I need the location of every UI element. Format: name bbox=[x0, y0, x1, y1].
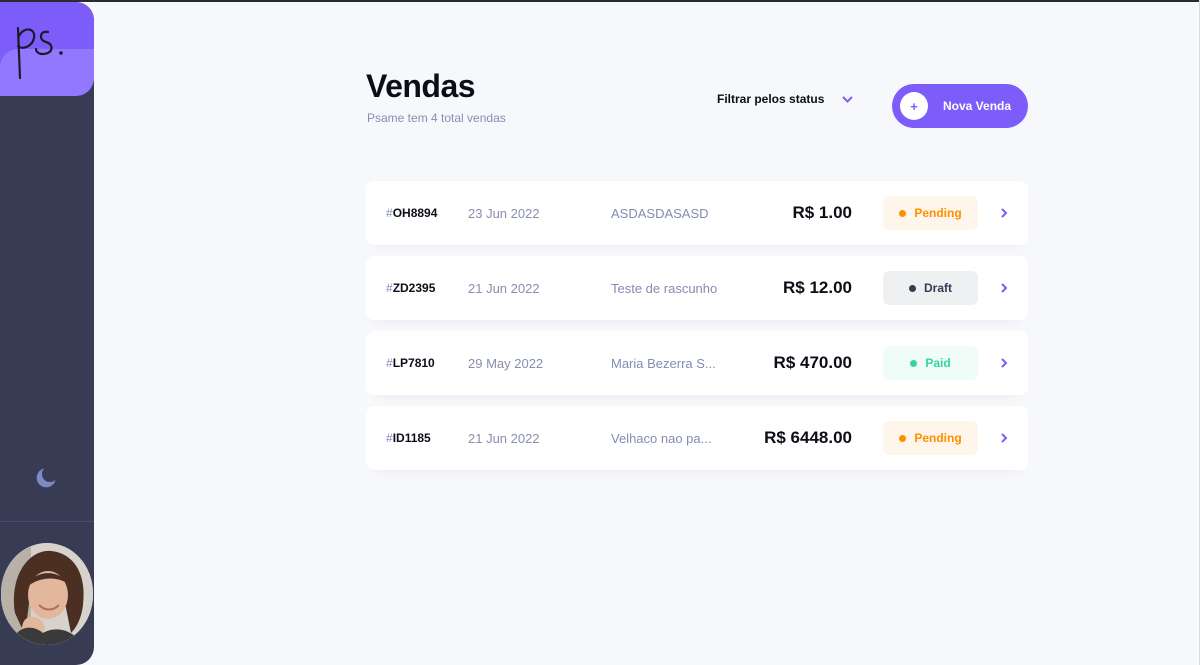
plus-icon: + bbox=[900, 92, 928, 120]
page-title: Vendas bbox=[366, 68, 476, 104]
chevron-down-icon bbox=[842, 95, 854, 103]
sale-amount: R$ 470.00 bbox=[773, 353, 852, 372]
chevron-right-icon[interactable] bbox=[1001, 433, 1008, 443]
sale-client: Velhaco nao pa... bbox=[611, 430, 712, 446]
sale-client: Maria Bezerra S... bbox=[611, 355, 716, 371]
new-sale-button-label: Nova Venda bbox=[943, 99, 1012, 113]
moon-icon[interactable] bbox=[36, 468, 56, 488]
status-filter-label: Filtrar pelos status bbox=[717, 92, 825, 106]
sale-amount: R$ 1.00 bbox=[792, 203, 852, 222]
avatar[interactable] bbox=[1, 543, 93, 645]
status-dot bbox=[908, 284, 916, 292]
new-sale-button[interactable]: + Nova Venda bbox=[892, 84, 1028, 128]
user-avatar-image bbox=[1, 543, 93, 645]
status-dot bbox=[899, 434, 907, 442]
sale-amount: R$ 6448.00 bbox=[764, 428, 852, 447]
ps-signature-logo-icon bbox=[16, 26, 63, 80]
sale-id: # LP7810 bbox=[386, 356, 435, 370]
sale-date: 21 Jun 2022 bbox=[468, 280, 540, 296]
sidebar-divider bbox=[0, 521, 94, 522]
chevron-right-icon[interactable] bbox=[1001, 208, 1008, 218]
logo[interactable] bbox=[0, 2, 94, 96]
sale-date: 21 Jun 2022 bbox=[468, 430, 540, 446]
status-dot bbox=[910, 359, 918, 367]
sale-client: Teste de rascunho bbox=[611, 280, 718, 296]
chevron-right-icon[interactable] bbox=[1001, 358, 1008, 368]
status-badge: Pending bbox=[883, 196, 978, 230]
status-filter-dropdown[interactable]: Filtrar pelos status bbox=[717, 90, 854, 108]
status-badge: Paid bbox=[883, 346, 978, 380]
sale-row[interactable]: # ID1185 21 Jun 2022 Velhaco nao pa... R$… bbox=[366, 406, 1028, 470]
sale-date: 23 Jun 2022 bbox=[468, 205, 540, 221]
sale-amount: R$ 12.00 bbox=[783, 278, 852, 297]
status-badge: Pending bbox=[883, 421, 978, 455]
chevron-right-icon[interactable] bbox=[1001, 283, 1008, 293]
sale-row[interactable]: # OH8894 23 Jun 2022 ASDASDASASD R$ 1.00 … bbox=[366, 181, 1028, 245]
sale-id: # ID1185 bbox=[386, 431, 431, 445]
sale-client: ASDASDASASD bbox=[611, 205, 709, 221]
sidebar bbox=[0, 2, 94, 665]
sale-row[interactable]: # ZD2395 21 Jun 2022 Teste de rascunho R$… bbox=[366, 256, 1028, 320]
sale-row[interactable]: # LP7810 29 May 2022 Maria Bezerra S... R… bbox=[366, 331, 1028, 395]
sales-list: # OH8894 23 Jun 2022 ASDASDASASD R$ 1.00 … bbox=[366, 181, 1028, 481]
status-dot bbox=[899, 209, 907, 217]
sale-id: # OH8894 bbox=[386, 206, 438, 220]
sale-date: 29 May 2022 bbox=[468, 355, 544, 371]
page-subtitle: Psame tem 4 total vendas bbox=[367, 111, 506, 125]
status-badge: Draft bbox=[883, 271, 978, 305]
window-top-border bbox=[0, 0, 1200, 2]
sale-id: # ZD2395 bbox=[386, 281, 436, 295]
